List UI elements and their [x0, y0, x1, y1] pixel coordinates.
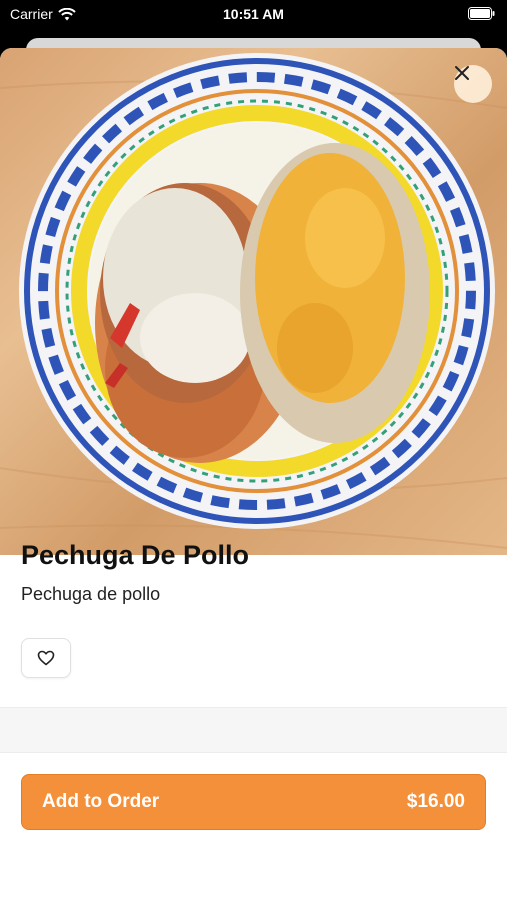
item-description: Pechuga de pollo: [21, 584, 161, 604]
favorite-button[interactable]: [21, 638, 71, 678]
close-button[interactable]: [454, 65, 492, 103]
divider: [0, 752, 507, 753]
section-spacer: [0, 708, 507, 752]
status-time: 10:51 AM: [223, 6, 284, 22]
status-bar: Carrier 10:51 AM: [0, 0, 507, 30]
food-plate-illustration: [0, 53, 507, 549]
item-detail-sheet: [0, 48, 507, 900]
order-price: $16.00: [406, 791, 465, 812]
add-to-order-button[interactable]: Add to Order $16.00: [21, 774, 486, 830]
add-to-order-label: Add to Order: [42, 791, 160, 812]
item-photo: [0, 48, 507, 555]
item-title: Pechuga De Pollo: [21, 540, 250, 570]
heart-icon: [37, 650, 55, 666]
close-icon: [455, 66, 469, 80]
battery-icon: [468, 7, 495, 20]
